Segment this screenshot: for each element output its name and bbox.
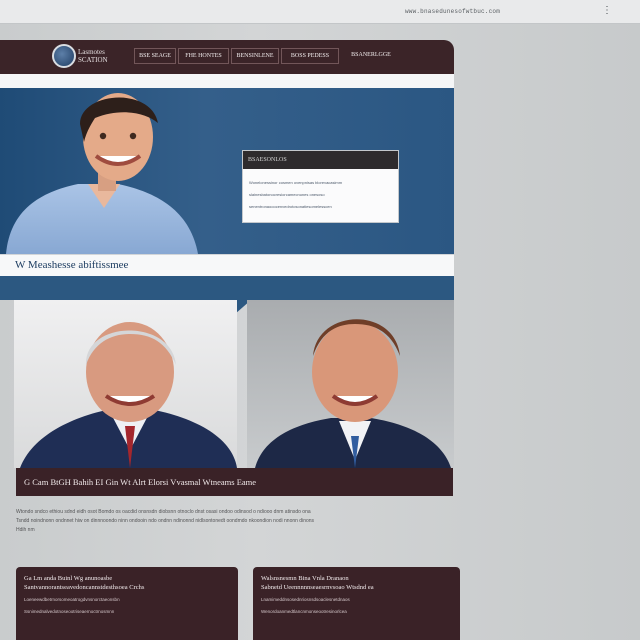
hero-person-photo xyxy=(6,93,198,254)
promo-line: Ssnimednalvedotnoseootriseaernoctrnosmnn xyxy=(24,609,115,614)
hero-box-line: senentronaooocenvedrotosonatiesomelessce… xyxy=(249,204,332,209)
nav-item-5[interactable]: BSANERLGGE xyxy=(341,48,401,64)
browser-menu-icon[interactable]: ⋮ xyxy=(602,5,612,16)
hero-caption-text: W Meashesse abiftissmee xyxy=(15,259,129,271)
promo-subtitle: Sabnetd Ueennnnnseaesrnvsoao Wtsdnd ea xyxy=(261,584,374,591)
promo-line: Wenordoanmedtlancnmonseootresinorlcea xyxy=(261,609,347,614)
hero-section: BSAESONLOS Wonelonessinor cosmen ovenpni… xyxy=(0,88,454,254)
section-divider-strip xyxy=(0,276,454,300)
globe-logo-icon[interactable] xyxy=(52,44,76,68)
left-profile-photo xyxy=(14,300,237,468)
right-profile-photo xyxy=(247,300,454,468)
top-navigation-bar: Lasmotes SCATION BSE SEAGE FHE HONTES BE… xyxy=(0,40,454,74)
site-logo-text[interactable]: Lasmotes SCATION xyxy=(78,48,126,64)
body-paragraph: Wtondo sndco ethiou sdnd eidh osot Bomdo… xyxy=(16,508,460,535)
body-line: Wtondo sndco ethiou sdnd eidh osot Bomdo… xyxy=(16,509,311,515)
nav-divider-band xyxy=(0,74,454,88)
promo-title: Walsnsnesmn Bina Vnla Dranaon xyxy=(261,575,349,582)
promo-title: Ga Lm anda Buinl Wg anunoasbe xyxy=(24,575,113,582)
promo-card-left[interactable]: Ga Lm anda Buinl Wg anunoasbe Santvannor… xyxy=(16,567,238,640)
hero-box-line: slainesbatonocresiorcamecnunes onesoso xyxy=(249,192,325,197)
nav-item-2[interactable]: FHE HONTES xyxy=(178,48,229,64)
web-page: Lasmotes SCATION BSE SEAGE FHE HONTES BE… xyxy=(0,40,460,640)
nav-item-4[interactable]: BOSS PEDESS xyxy=(281,48,339,64)
hero-box-title: BSAESONLOS xyxy=(243,151,398,169)
body-line: Tsndd noindnonn ondnnet hiw on dinnnoond… xyxy=(16,518,315,524)
hero-info-box: BSAESONLOS Wonelonessinor cosmen ovenpni… xyxy=(242,150,399,223)
browser-toolbar: www.bnasedunesofwtbuc.com ⋮ xyxy=(0,0,640,24)
promo-card-right[interactable]: Walsnsnesmn Bina Vnla Dranaon Sabnetd Ue… xyxy=(253,567,460,640)
nav-item-1[interactable]: BSE SEAGE xyxy=(134,48,176,64)
body-line: Hdih nm xyxy=(16,527,35,533)
hero-caption-bar: W Meashesse abiftissmee xyxy=(0,254,454,276)
promo-line: Lnamimeddnsosednriosnsdsoaclesnetdnaos xyxy=(261,597,350,602)
address-bar-url[interactable]: www.bnasedunesofwtbuc.com xyxy=(405,8,500,15)
featured-banner[interactable]: G Cam BtGH Bahih EI Gin Wt Alrt Elorsi V… xyxy=(16,468,453,496)
nav-item-3[interactable]: BENSINLENE xyxy=(231,48,279,64)
promo-line: Loeneewdbetrnorsomeoatrogdvnsnorctaeonsb… xyxy=(24,597,120,602)
hero-box-line: Wonelonessinor cosmen ovenpnisas bloreva… xyxy=(249,180,343,185)
promo-subtitle: Santvannorantseavedoncannstdesthsoea Crc… xyxy=(24,584,145,591)
